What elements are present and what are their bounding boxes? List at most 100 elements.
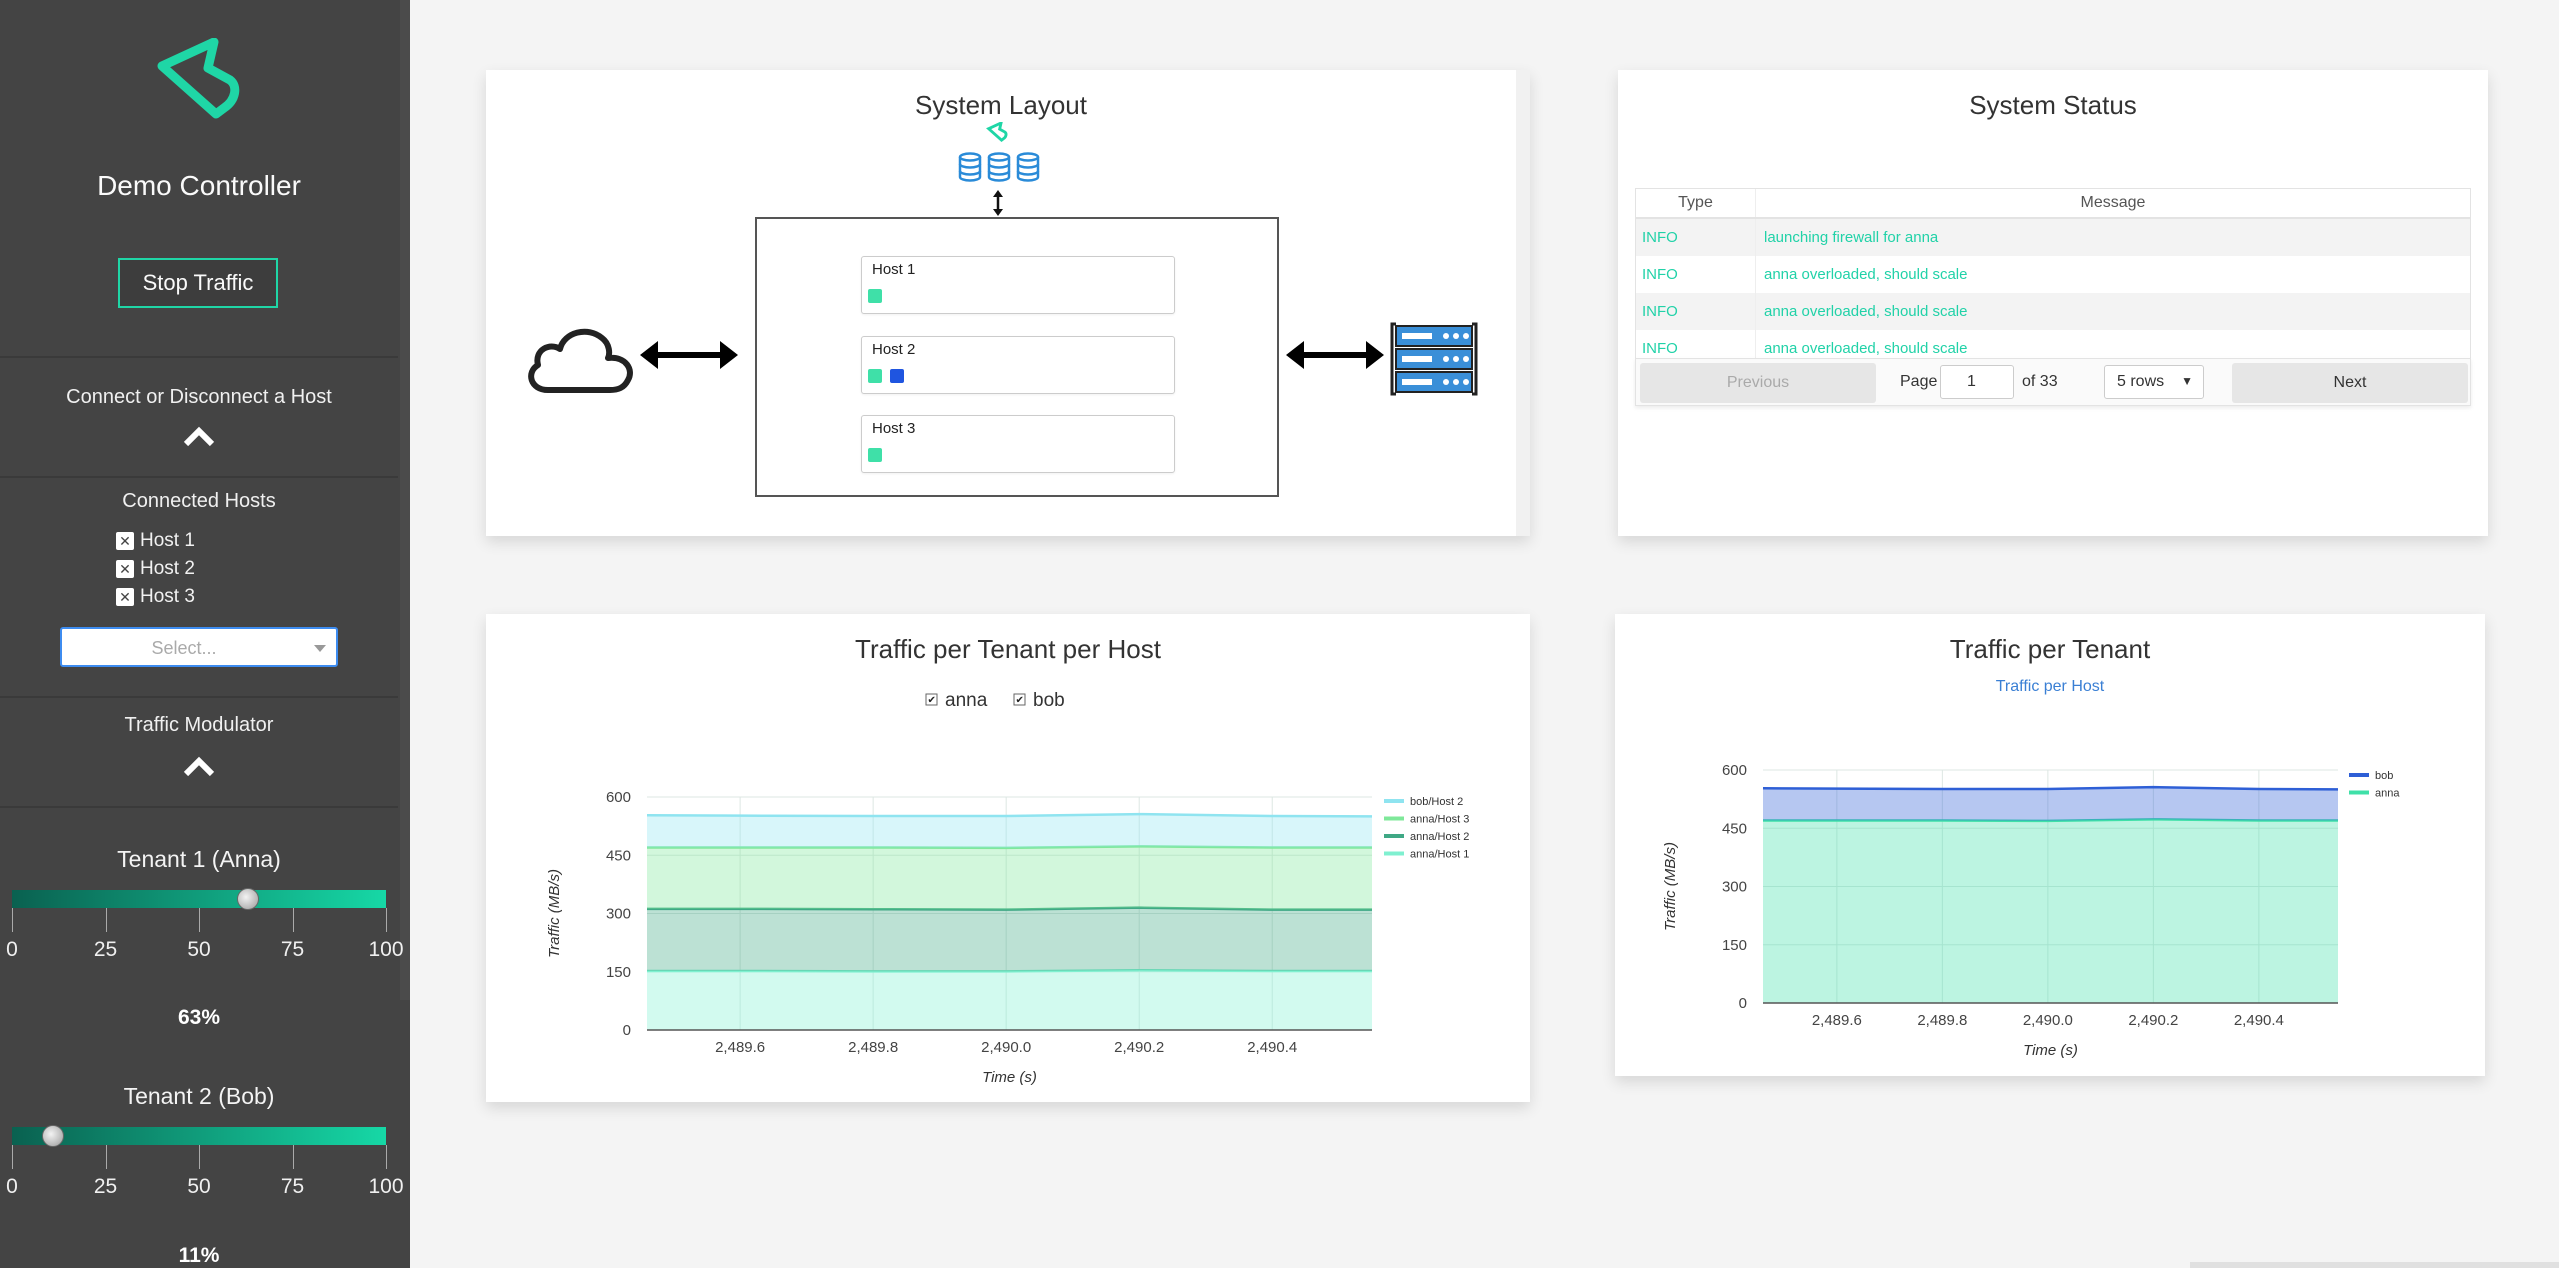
horizontal-scrollbar[interactable]: [2190, 1262, 2559, 1268]
slider-tick-label: 0: [6, 1175, 18, 1198]
check-icon: ✔: [1016, 695, 1024, 706]
y-tick-label: 0: [1739, 995, 1747, 1012]
chart-title: Traffic per Tenant per Host: [855, 634, 1162, 664]
host-label: Host 2: [140, 558, 195, 579]
slider-tick: [199, 908, 200, 932]
modulator-section-title: Traffic Modulator: [124, 714, 274, 736]
sidebar: Demo Controller Stop Traffic Connect or …: [0, 0, 410, 1268]
cell-message: anna overloaded, should scale: [1764, 266, 1968, 283]
host-select[interactable]: Select...: [60, 627, 338, 667]
cell-type: INFO: [1636, 219, 1756, 256]
x-tick-label: 2,489.6: [715, 1039, 765, 1056]
caret-down-icon: ▼: [2181, 374, 2193, 388]
sidebar-scrollbar[interactable]: [400, 0, 410, 1000]
tenant-2-percent: 11%: [178, 1244, 220, 1267]
remove-host-icon[interactable]: ✕: [116, 560, 134, 578]
connected-host-item: ✕ Host 1: [116, 530, 195, 552]
tenant-anna-indicator: [868, 289, 882, 303]
slider-tick: [12, 908, 13, 932]
line-series-bob-host-2: [646, 812, 1373, 818]
legend-label[interactable]: anna/Host 3: [1410, 814, 1469, 826]
column-header-type[interactable]: Type: [1636, 189, 1756, 217]
legend-label[interactable]: anna/Host 1: [1410, 849, 1469, 861]
y-tick-label: 600: [1722, 762, 1747, 779]
series-toggle-label[interactable]: anna: [945, 690, 988, 711]
system-layout-card: System Layout Host 1 Host 2 Host 3: [486, 70, 1530, 536]
vertical-arrow-icon: [993, 190, 1003, 216]
area-series-anna-host-3: [647, 846, 1372, 910]
host-box-2[interactable]: Host 2: [861, 336, 1175, 394]
x-tick-label: 2,490.4: [1247, 1039, 1297, 1056]
page-input[interactable]: 1: [1940, 365, 2014, 399]
x-tick-label: 2,490.0: [981, 1039, 1031, 1056]
tenant-anna-indicator: [868, 369, 882, 383]
column-header-message[interactable]: Message: [1756, 189, 2470, 217]
chevron-up-icon[interactable]: [182, 424, 216, 448]
y-axis-label: Traffic (MB/s): [1662, 842, 1679, 931]
app-title: Demo Controller: [97, 170, 301, 201]
traffic-per-tenant-card: Traffic per Tenant Traffic per Host 0 150 30…: [1615, 614, 2485, 1076]
connect-section-title: Connect or Disconnect a Host: [66, 386, 332, 408]
pagination: Previous Page 1 of 33 5 rows ▼ Next: [1635, 358, 2471, 406]
server-icon: [1390, 322, 1478, 396]
divider: [0, 476, 398, 478]
divider: [0, 696, 398, 698]
slider-tick: [105, 908, 107, 932]
cell-message: launching firewall for anna: [1764, 229, 1939, 246]
remove-host-icon[interactable]: ✕: [116, 588, 134, 606]
chevron-up-icon[interactable]: [182, 754, 216, 778]
bidirectional-arrow-icon: [1286, 341, 1384, 369]
select-placeholder: Select...: [151, 638, 217, 658]
line-series-bob: [1762, 785, 2339, 791]
tenant-bob-indicator: [890, 369, 904, 383]
logo-icon: [157, 38, 240, 119]
slider-tick-label: 100: [368, 1175, 404, 1198]
host-box-1[interactable]: Host 1: [861, 256, 1175, 314]
slider-tick-label: 75: [280, 938, 305, 961]
next-button[interactable]: Next: [2232, 363, 2468, 403]
legend-label[interactable]: anna: [2375, 788, 2400, 800]
rows-per-page-select[interactable]: 5 rows ▼: [2104, 365, 2204, 399]
y-tick-label: 300: [606, 906, 631, 923]
legend-label[interactable]: anna/Host 2: [1410, 831, 1469, 843]
slider-tick: [386, 908, 387, 932]
y-axis-label: Traffic (MB/s): [546, 869, 563, 958]
legend-label[interactable]: bob/Host 2: [1410, 796, 1463, 808]
chevron-down-icon[interactable]: [314, 645, 326, 652]
table-header: Type Message: [1636, 189, 2470, 219]
tenant-1-slider-handle[interactable]: [236, 888, 259, 910]
slider-tick-label: 50: [187, 1175, 211, 1198]
previous-button[interactable]: Previous: [1640, 363, 1876, 403]
remove-host-icon[interactable]: ✕: [116, 532, 134, 550]
y-tick-label: 450: [606, 847, 631, 864]
table-row: INFO anna overloaded, should scale: [1636, 293, 2470, 330]
stop-traffic-button[interactable]: Stop Traffic: [118, 258, 278, 308]
system-layout-title: System Layout: [915, 90, 1087, 120]
page-count: of 33: [2022, 373, 2058, 390]
series-toggle-label[interactable]: bob: [1033, 690, 1065, 711]
traffic-per-tenant-per-host-card: Traffic per Tenant per Host ✔ anna ✔ bob 0 150…: [486, 614, 1530, 1102]
host-box-label: Host 1: [872, 261, 916, 278]
area-series-anna-host-1: [647, 970, 1372, 1030]
tenant-1-slider[interactable]: [12, 890, 386, 908]
x-axis-label: Time (s): [982, 1069, 1037, 1086]
legend-label[interactable]: bob: [2375, 770, 2393, 782]
x-tick-label: 2,489.8: [848, 1039, 898, 1056]
x-tick-label: 2,489.6: [1812, 1012, 1862, 1029]
tenant-1-title: Tenant 1 (Anna): [117, 846, 281, 872]
slider-tick-label: 75: [280, 1175, 305, 1198]
tenant-2-slider[interactable]: [12, 1127, 386, 1145]
layout-scrollbar[interactable]: [1516, 70, 1530, 536]
host-box-3[interactable]: Host 3: [861, 415, 1175, 473]
tenant-anna-indicator: [868, 448, 882, 462]
connected-hosts-title: Connected Hosts: [122, 490, 276, 512]
x-tick-label: 2,490.4: [2234, 1012, 2284, 1029]
chart-subtitle[interactable]: Traffic per Host: [1996, 678, 2105, 695]
y-tick-label: 0: [623, 1022, 631, 1039]
tenant-2-title: Tenant 2 (Bob): [123, 1083, 275, 1109]
slider-tick-label: 25: [93, 1175, 118, 1198]
cell-message: anna overloaded, should scale: [1764, 340, 1968, 357]
tenant-2-slider-handle[interactable]: [42, 1125, 65, 1147]
divider: [0, 806, 398, 808]
slider-tick: [292, 908, 294, 932]
